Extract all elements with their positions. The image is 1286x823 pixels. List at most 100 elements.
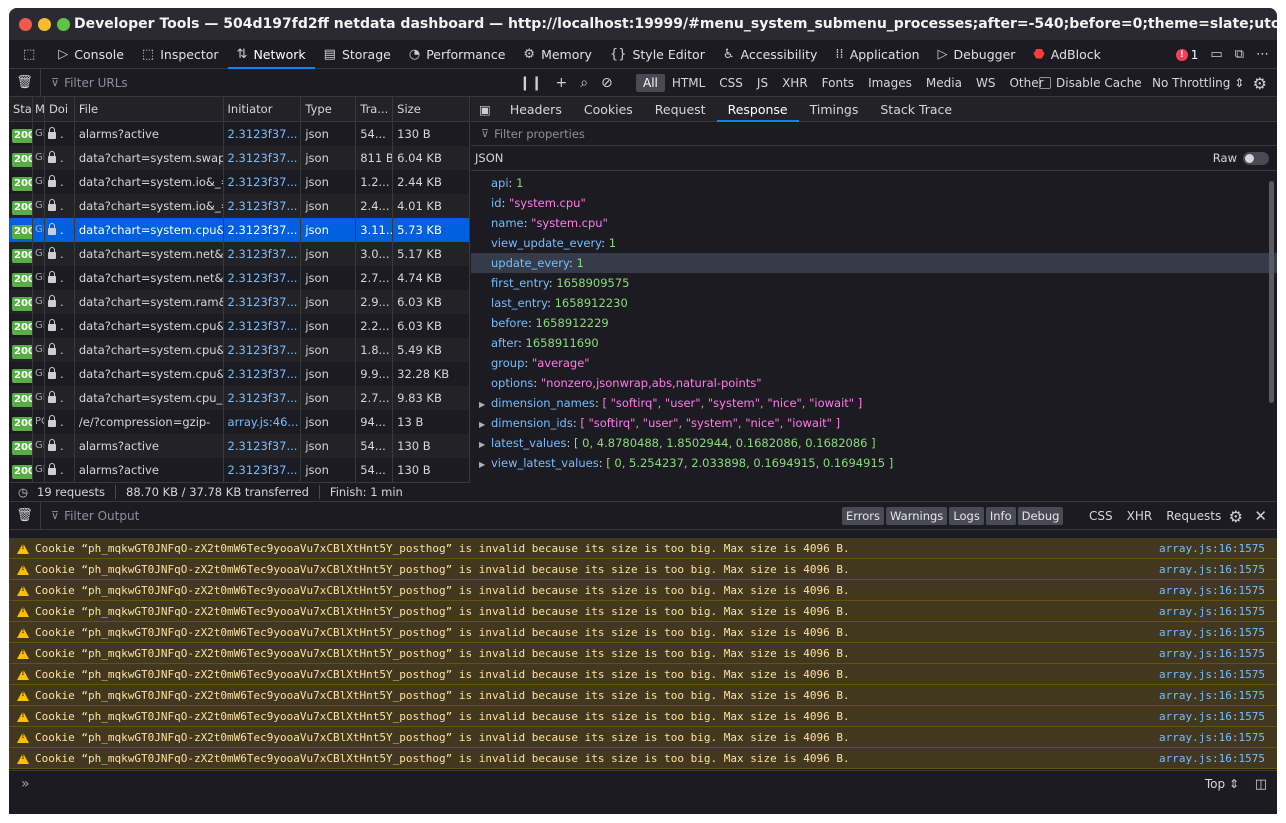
table-row[interactable]: 200GE. data?chart=system.io&_=16 2.3123f37…: [9, 194, 469, 218]
initiator-cell[interactable]: 2.3123f37...: [224, 146, 302, 170]
initiator-link[interactable]: 2.3123f37...: [228, 127, 298, 141]
json-property[interactable]: ▶ dimension_ids: [ "softirq", "user", "sy…: [471, 413, 1277, 433]
filter-properties-input[interactable]: ⊽ Filter properties: [471, 122, 1277, 146]
column-transferred[interactable]: Tra...: [356, 97, 394, 122]
tab-console[interactable]: ▷ Console: [49, 40, 133, 69]
message-source-link[interactable]: array.js:16:1575: [1159, 605, 1265, 618]
expand-triangle-icon[interactable]: ▶: [479, 455, 491, 475]
toggle-sidebar-icon[interactable]: ◫: [1255, 771, 1267, 797]
details-tab-headers[interactable]: Headers: [499, 97, 573, 122]
disable-cache-checkbox[interactable]: Disable Cache: [1039, 69, 1142, 97]
throttling-select[interactable]: No Throttling ⇕: [1152, 69, 1244, 97]
performance-analysis-icon[interactable]: ◷: [9, 485, 37, 499]
json-property[interactable]: ▶ view_latest_values: [ 0, 5.254237, 2.03…: [471, 453, 1277, 473]
initiator-link[interactable]: 2.3123f37...: [228, 391, 298, 405]
table-row[interactable]: 200GE. alarms?active 2.3123f37...json54...…: [9, 458, 469, 482]
initiator-link[interactable]: 2.3123f37...: [228, 367, 298, 381]
expand-triangle-icon[interactable]: ▶: [479, 435, 491, 455]
tab-memory[interactable]: ⚙ Memory: [514, 40, 601, 69]
message-source-link[interactable]: array.js:16:1575: [1159, 626, 1265, 639]
message-source-link[interactable]: array.js:16:1575: [1159, 668, 1265, 681]
level-filter-warnings[interactable]: Warnings: [886, 507, 948, 525]
type-filter-xhr[interactable]: XHR: [775, 74, 815, 92]
initiator-link[interactable]: 2.3123f37...: [228, 247, 298, 261]
type-filter-js[interactable]: JS: [750, 74, 775, 92]
toggle-panel-icon[interactable]: ▣: [471, 97, 499, 122]
console-filter-requests[interactable]: Requests: [1166, 509, 1221, 523]
initiator-cell[interactable]: 2.3123f37...: [224, 266, 302, 290]
message-source-link[interactable]: array.js:16:1575: [1159, 647, 1265, 660]
tab-network[interactable]: ⇅ Network: [228, 40, 315, 69]
initiator-cell[interactable]: 2.3123f37...: [224, 242, 302, 266]
tab-application[interactable]: ⁞⁞ Application: [826, 40, 928, 69]
block-requests-icon[interactable]: ⊘: [601, 75, 613, 91]
message-source-link[interactable]: array.js:16:1575: [1159, 689, 1265, 702]
tab-style-editor[interactable]: {} Style Editor: [601, 40, 714, 69]
initiator-link[interactable]: 2.3123f37...: [228, 199, 298, 213]
tab-adblock[interactable]: ⬣ AdBlock: [1024, 40, 1109, 69]
console-filter-xhr[interactable]: XHR: [1127, 509, 1153, 523]
message-source-link[interactable]: array.js:16:1575: [1159, 584, 1265, 597]
table-row[interactable]: 200GE. data?chart=system.io&_=16 2.3123f37…: [9, 170, 469, 194]
dock-side-icon[interactable]: ▭: [1210, 47, 1222, 62]
initiator-cell[interactable]: 2.3123f37...: [224, 194, 302, 218]
type-filter-media[interactable]: Media: [919, 74, 969, 92]
table-row[interactable]: 200GE. data?chart=system.cpu&_= 2.3123f37.…: [9, 218, 469, 242]
column-domain[interactable]: Doi: [45, 97, 75, 122]
type-filter-ws[interactable]: WS: [969, 74, 1002, 92]
type-filter-html[interactable]: HTML: [665, 74, 712, 92]
type-filter-fonts[interactable]: Fonts: [815, 74, 861, 92]
tab-storage[interactable]: ▤ Storage: [315, 40, 400, 69]
table-row[interactable]: 200GE. data?chart=system.net&_= 2.3123f37.…: [9, 266, 469, 290]
json-property[interactable]: ▶ dimension_names: [ "softirq", "user", "…: [471, 393, 1277, 413]
filter-urls-input[interactable]: ⊽ Filter URLs: [41, 76, 521, 90]
network-settings-gear-icon[interactable]: ⚙: [1253, 69, 1267, 97]
column-status[interactable]: Sta: [9, 97, 33, 122]
context-selector[interactable]: Top ⇕: [1205, 771, 1239, 797]
table-row[interactable]: 200GE. alarms?active 2.3123f37...json54...…: [9, 434, 469, 458]
initiator-link[interactable]: 2.3123f37...: [228, 175, 298, 189]
initiator-cell[interactable]: 2.3123f37...: [224, 170, 302, 194]
console-filter-css[interactable]: CSS: [1089, 509, 1113, 523]
details-tab-response[interactable]: Response: [717, 97, 799, 122]
close-window-button[interactable]: [19, 17, 32, 31]
column-method[interactable]: M: [33, 97, 45, 122]
table-row[interactable]: 200GE. data?chart=system.cpu_sor 2.3123f37…: [9, 386, 469, 410]
raw-toggle[interactable]: Raw: [1213, 151, 1269, 165]
column-file[interactable]: File: [75, 97, 224, 122]
initiator-cell[interactable]: 2.3123f37...: [224, 290, 302, 314]
minimize-window-button[interactable]: [38, 17, 51, 31]
initiator-link[interactable]: 2.3123f37...: [228, 295, 298, 309]
initiator-cell[interactable]: 2.3123f37...: [224, 122, 302, 146]
clear-requests-trash-icon[interactable]: 🗑: [9, 68, 41, 97]
message-source-link[interactable]: array.js:16:1575: [1159, 752, 1265, 765]
initiator-cell[interactable]: 2.3123f37...: [224, 362, 302, 386]
level-filter-errors[interactable]: Errors: [842, 507, 885, 525]
message-source-link[interactable]: array.js:16:1575: [1159, 710, 1265, 723]
table-row[interactable]: 200GE. data?chart=system.ram&_= 2.3123f37.…: [9, 290, 469, 314]
initiator-link[interactable]: 2.3123f37...: [228, 151, 298, 165]
console-input[interactable]: » Top ⇕ ◫: [9, 770, 1277, 796]
column-initiator[interactable]: Initiator: [224, 97, 302, 122]
type-filter-images[interactable]: Images: [861, 74, 919, 92]
initiator-link[interactable]: 2.3123f37...: [228, 343, 298, 357]
table-row[interactable]: 200PC. /e/?compression=gzip-array.js:46..…: [9, 410, 469, 434]
type-filter-css[interactable]: CSS: [712, 74, 750, 92]
tab-inspector[interactable]: ⬚ Inspector: [133, 40, 228, 69]
pause-icon[interactable]: ❙❙: [519, 75, 542, 91]
initiator-link[interactable]: 2.3123f37...: [228, 463, 298, 477]
initiator-link[interactable]: 2.3123f37...: [228, 223, 298, 237]
console-settings-gear-icon[interactable]: ⚙: [1229, 502, 1243, 530]
element-picker-button[interactable]: ⬚: [15, 40, 49, 69]
level-filter-info[interactable]: Info: [985, 507, 1016, 525]
table-row[interactable]: 200GE. data?chart=system.net&_= 2.3123f37.…: [9, 242, 469, 266]
table-row[interactable]: 200GE. alarms?active 2.3123f37...json54...…: [9, 122, 469, 146]
message-source-link[interactable]: array.js:16:1575: [1159, 731, 1265, 744]
details-tab-stack-trace[interactable]: Stack Trace: [869, 97, 963, 122]
initiator-link[interactable]: 2.3123f37...: [228, 439, 298, 453]
table-row[interactable]: 200GE. data?chart=system.cpu&_= 2.3123f37.…: [9, 362, 469, 386]
initiator-cell[interactable]: 2.3123f37...: [224, 314, 302, 338]
search-icon[interactable]: ⌕: [580, 75, 588, 91]
split-console-icon[interactable]: ⧉: [1235, 47, 1244, 62]
tab-accessibility[interactable]: ♿ Accessibility: [714, 40, 827, 69]
